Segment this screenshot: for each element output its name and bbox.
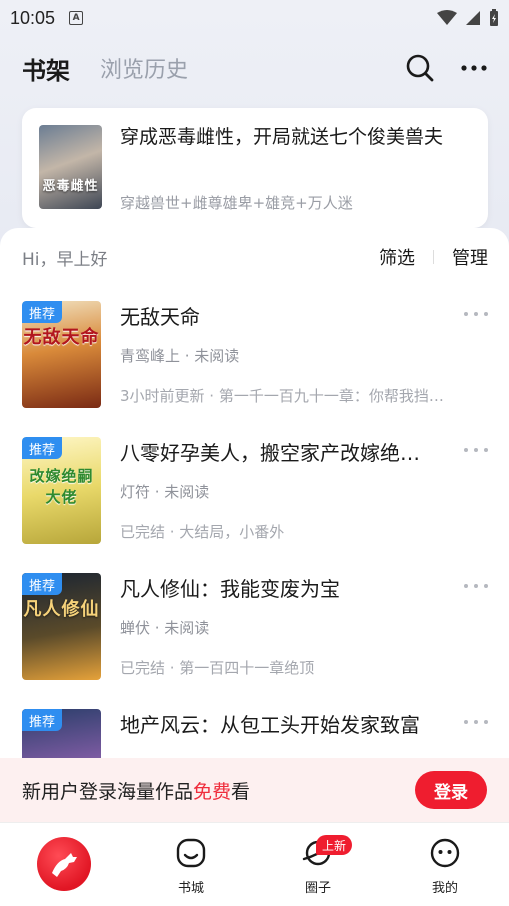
status-time: 10:05 bbox=[10, 7, 56, 28]
bookshelf-sheet: Hi，早上好 筛选 管理 无敌天命 推荐 无敌天命 青鸾峰上 · 未阅读 3小时… bbox=[0, 228, 509, 828]
filter-button[interactable]: 筛选 bbox=[379, 244, 415, 270]
book-meta: 青鸾峰上 · 未阅读 bbox=[120, 347, 240, 365]
recent-book-title: 穿成恶毒雌性，开局就送七个俊美兽夫 bbox=[120, 126, 444, 148]
recommend-badge: 推荐 bbox=[22, 301, 62, 323]
recommend-badge: 推荐 bbox=[22, 709, 62, 731]
header-actions bbox=[405, 53, 487, 83]
wifi-icon bbox=[437, 10, 457, 25]
book-update: 已完结 · 第一百四十一章绝顶 bbox=[120, 659, 315, 677]
more-icon[interactable] bbox=[461, 64, 487, 72]
header: 书架 浏览历史 bbox=[0, 44, 509, 92]
book-cover-text: 改嫁绝嗣大佬 bbox=[29, 467, 94, 506]
a-notification-icon: A bbox=[69, 11, 84, 25]
nav-mine[interactable]: 我的 bbox=[405, 837, 485, 896]
book-title: 地产风云：从包工头开始发家致富 bbox=[120, 713, 420, 737]
book-item[interactable]: 改嫁绝嗣大佬 推荐 八零好孕美人，搬空家产改嫁绝… 灯符 · 未阅读 已完结 ·… bbox=[22, 437, 488, 547]
recommend-badge: 推荐 bbox=[22, 437, 62, 459]
greeting-row: Hi，早上好 筛选 管理 bbox=[22, 244, 488, 270]
book-title: 无敌天命 bbox=[120, 305, 200, 329]
book-cover: 改嫁绝嗣大佬 推荐 bbox=[22, 437, 101, 544]
nav-home-logo-button[interactable] bbox=[37, 837, 91, 891]
book-item[interactable]: 无敌天命 推荐 无敌天命 青鸾峰上 · 未阅读 3小时前更新 · 第一千一百九十… bbox=[22, 301, 488, 411]
nav-book-store[interactable]: 书城 bbox=[151, 837, 231, 896]
action-divider bbox=[433, 250, 434, 264]
recent-book-tags: 穿越兽世+雌尊雄卑+雄竞+万人迷 bbox=[120, 194, 353, 212]
more-icon[interactable] bbox=[464, 717, 488, 727]
login-banner: 新用户登录海量作品免费看 登录 bbox=[0, 758, 509, 822]
book-cover-text: 无敌天命 bbox=[23, 327, 100, 348]
more-icon[interactable] bbox=[464, 445, 488, 455]
book-title: 凡人修仙：我能变废为宝 bbox=[120, 577, 340, 601]
book-meta: 蝉伏 · 未阅读 bbox=[120, 619, 210, 637]
book-cover: 无敌天命 推荐 bbox=[22, 301, 101, 408]
profile-face-icon bbox=[430, 838, 460, 868]
bottom-nav: 书城 圈子 上新 我的 bbox=[0, 822, 509, 906]
book-update: 已完结 · 大结局，小番外 bbox=[120, 523, 285, 541]
battery-icon bbox=[490, 9, 498, 26]
greeting-text: Hi，早上好 bbox=[22, 249, 108, 270]
recent-cover-text: 恶毒雌性 bbox=[42, 179, 99, 194]
manage-button[interactable]: 管理 bbox=[452, 244, 488, 270]
more-icon[interactable] bbox=[464, 309, 488, 319]
search-icon[interactable] bbox=[405, 53, 435, 83]
store-smile-icon bbox=[176, 838, 206, 868]
login-prompt: 新用户登录海量作品免费看 bbox=[22, 780, 251, 803]
status-icons bbox=[437, 9, 499, 27]
free-highlight: 免费 bbox=[193, 780, 232, 803]
horse-logo-icon bbox=[52, 853, 77, 877]
login-button[interactable]: 登录 bbox=[415, 771, 487, 809]
new-content-badge: 上新 bbox=[316, 835, 353, 855]
book-cover-text: 凡人修仙 bbox=[23, 599, 100, 620]
shelf-actions: 筛选 管理 bbox=[379, 244, 488, 270]
recent-read-card[interactable]: 恶毒雌性 穿成恶毒雌性，开局就送七个俊美兽夫 穿越兽世+雌尊雄卑+雄竞+万人迷 bbox=[22, 108, 488, 228]
more-icon[interactable] bbox=[464, 581, 488, 591]
book-update: 3小时前更新 · 第一千一百九十一章：你帮我挡… bbox=[120, 387, 444, 405]
tab-bookshelf-label: 书架 bbox=[22, 56, 70, 85]
nav-mine-label: 我的 bbox=[431, 881, 458, 896]
book-title: 八零好孕美人，搬空家产改嫁绝… bbox=[120, 441, 420, 465]
nav-store-label: 书城 bbox=[177, 881, 204, 896]
recommend-badge: 推荐 bbox=[22, 573, 62, 595]
book-meta: 灯符 · 未阅读 bbox=[120, 483, 210, 501]
book-cover: 凡人修仙 推荐 bbox=[22, 573, 101, 680]
nav-circle-label: 圈子 bbox=[304, 881, 331, 896]
signal-icon bbox=[466, 11, 480, 25]
recent-book-cover: 恶毒雌性 bbox=[39, 125, 102, 209]
tab-browse-history[interactable]: 浏览历史 bbox=[100, 52, 188, 84]
book-item[interactable]: 凡人修仙 推荐 凡人修仙：我能变废为宝 蝉伏 · 未阅读 已完结 · 第一百四十… bbox=[22, 573, 488, 683]
tab-bookshelf[interactable]: 书架 bbox=[22, 51, 72, 86]
status-bar: 10:05 A bbox=[0, 0, 509, 36]
